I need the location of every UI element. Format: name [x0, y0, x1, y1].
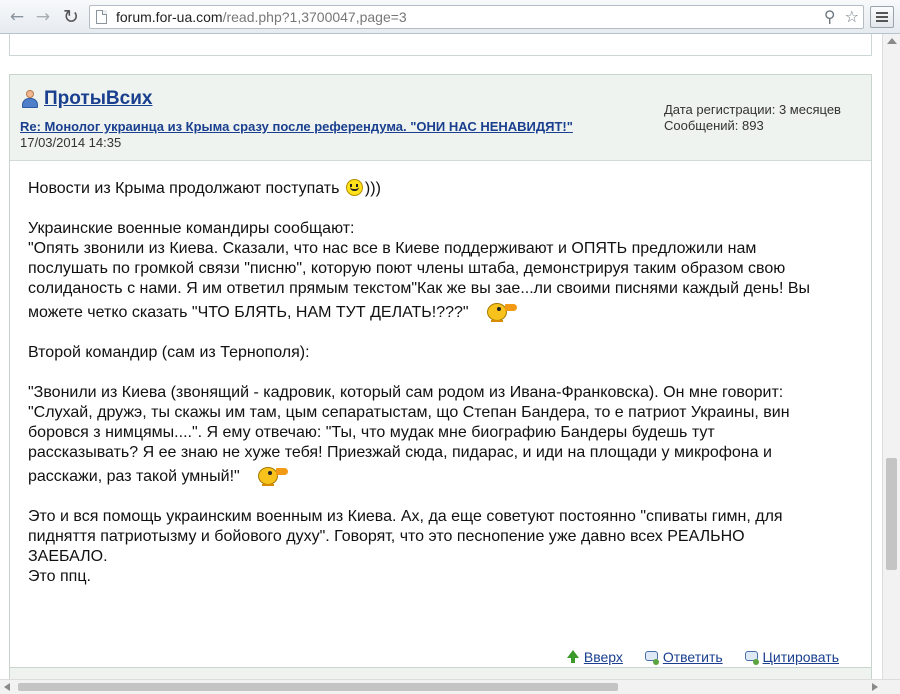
registration-info: Дата регистрации: 3 месяцев [664, 102, 841, 117]
magnifier-icon[interactable]: ⚲ [824, 7, 836, 26]
url-host: forum.for-ua.com [116, 9, 223, 25]
page-viewport: ПротыВсих Re: Монолог украинца из Крыма … [0, 34, 882, 679]
post-date: 17/03/2014 14:35 [20, 135, 122, 150]
quote-link[interactable]: Цитировать [744, 649, 839, 665]
scroll-left-arrow-icon[interactable] [4, 683, 10, 691]
address-bar[interactable]: forum.for-ua.com/read.php?1,3700047,page… [89, 5, 864, 29]
paragraph-3: Второй командир (сам из Тернополя): [28, 344, 310, 361]
url-path: /read.php?1,3700047,page=3 [222, 9, 407, 25]
post-body: Новости из Крыма продолжают поступать ))… [28, 179, 848, 607]
quote-icon [744, 651, 759, 665]
page-icon [96, 10, 107, 24]
user-icon [21, 90, 39, 108]
star-icon[interactable]: ☆ [845, 7, 859, 26]
post-actions: Вверх Ответить Цитировать [548, 649, 839, 665]
vertical-scrollbar[interactable] [882, 34, 900, 679]
up-arrow-icon [566, 650, 579, 663]
reply-icon [644, 651, 659, 665]
previous-post-bottom [9, 34, 872, 56]
reload-icon[interactable]: ↻ [60, 6, 82, 28]
browser-toolbar: ← → ↻ forum.for-ua.com/read.php?1,370004… [0, 0, 900, 34]
post-header: ПротыВсих Re: Монолог украинца из Крыма … [10, 75, 871, 161]
paragraph-5: Это и вся помощь украинским военным из К… [28, 508, 783, 585]
vertical-scroll-thumb[interactable] [886, 458, 897, 570]
laughing-bird-icon [479, 299, 517, 323]
paragraph-2: Украинские военные командиры сообщают: "… [28, 220, 811, 323]
paragraph-1: Новости из Крыма продолжают поступать ))… [28, 179, 381, 197]
forum-post: ПротыВсих Re: Монолог украинца из Крыма … [9, 74, 872, 679]
forward-arrow-icon[interactable]: → [32, 6, 54, 28]
up-link[interactable]: Вверх [566, 649, 623, 665]
username-link[interactable]: ПротыВсих [44, 88, 152, 110]
post-subject-link[interactable]: Re: Монолог украинца из Крыма сразу посл… [20, 119, 573, 134]
horizontal-scrollbar[interactable] [0, 679, 900, 694]
user-meta: Дата регистрации: 3 месяцев Сообщений: 8… [664, 102, 841, 134]
paragraph-4: "Звонили из Киева (звонящий - кадровик, … [28, 384, 790, 487]
reply-link[interactable]: Ответить [644, 649, 723, 665]
message-count: Сообщений: 893 [664, 118, 764, 133]
url-text[interactable]: forum.for-ua.com/read.php?1,3700047,page… [116, 9, 407, 25]
next-post-top [9, 667, 872, 679]
laughing-bird-icon [250, 463, 288, 487]
scroll-up-arrow-icon[interactable] [887, 38, 897, 44]
horizontal-scroll-thumb[interactable] [18, 683, 618, 691]
back-arrow-icon[interactable]: ← [6, 6, 28, 28]
hamburger-menu-icon[interactable] [870, 6, 894, 28]
scroll-right-arrow-icon[interactable] [872, 683, 878, 691]
smiley-icon [345, 179, 363, 196]
